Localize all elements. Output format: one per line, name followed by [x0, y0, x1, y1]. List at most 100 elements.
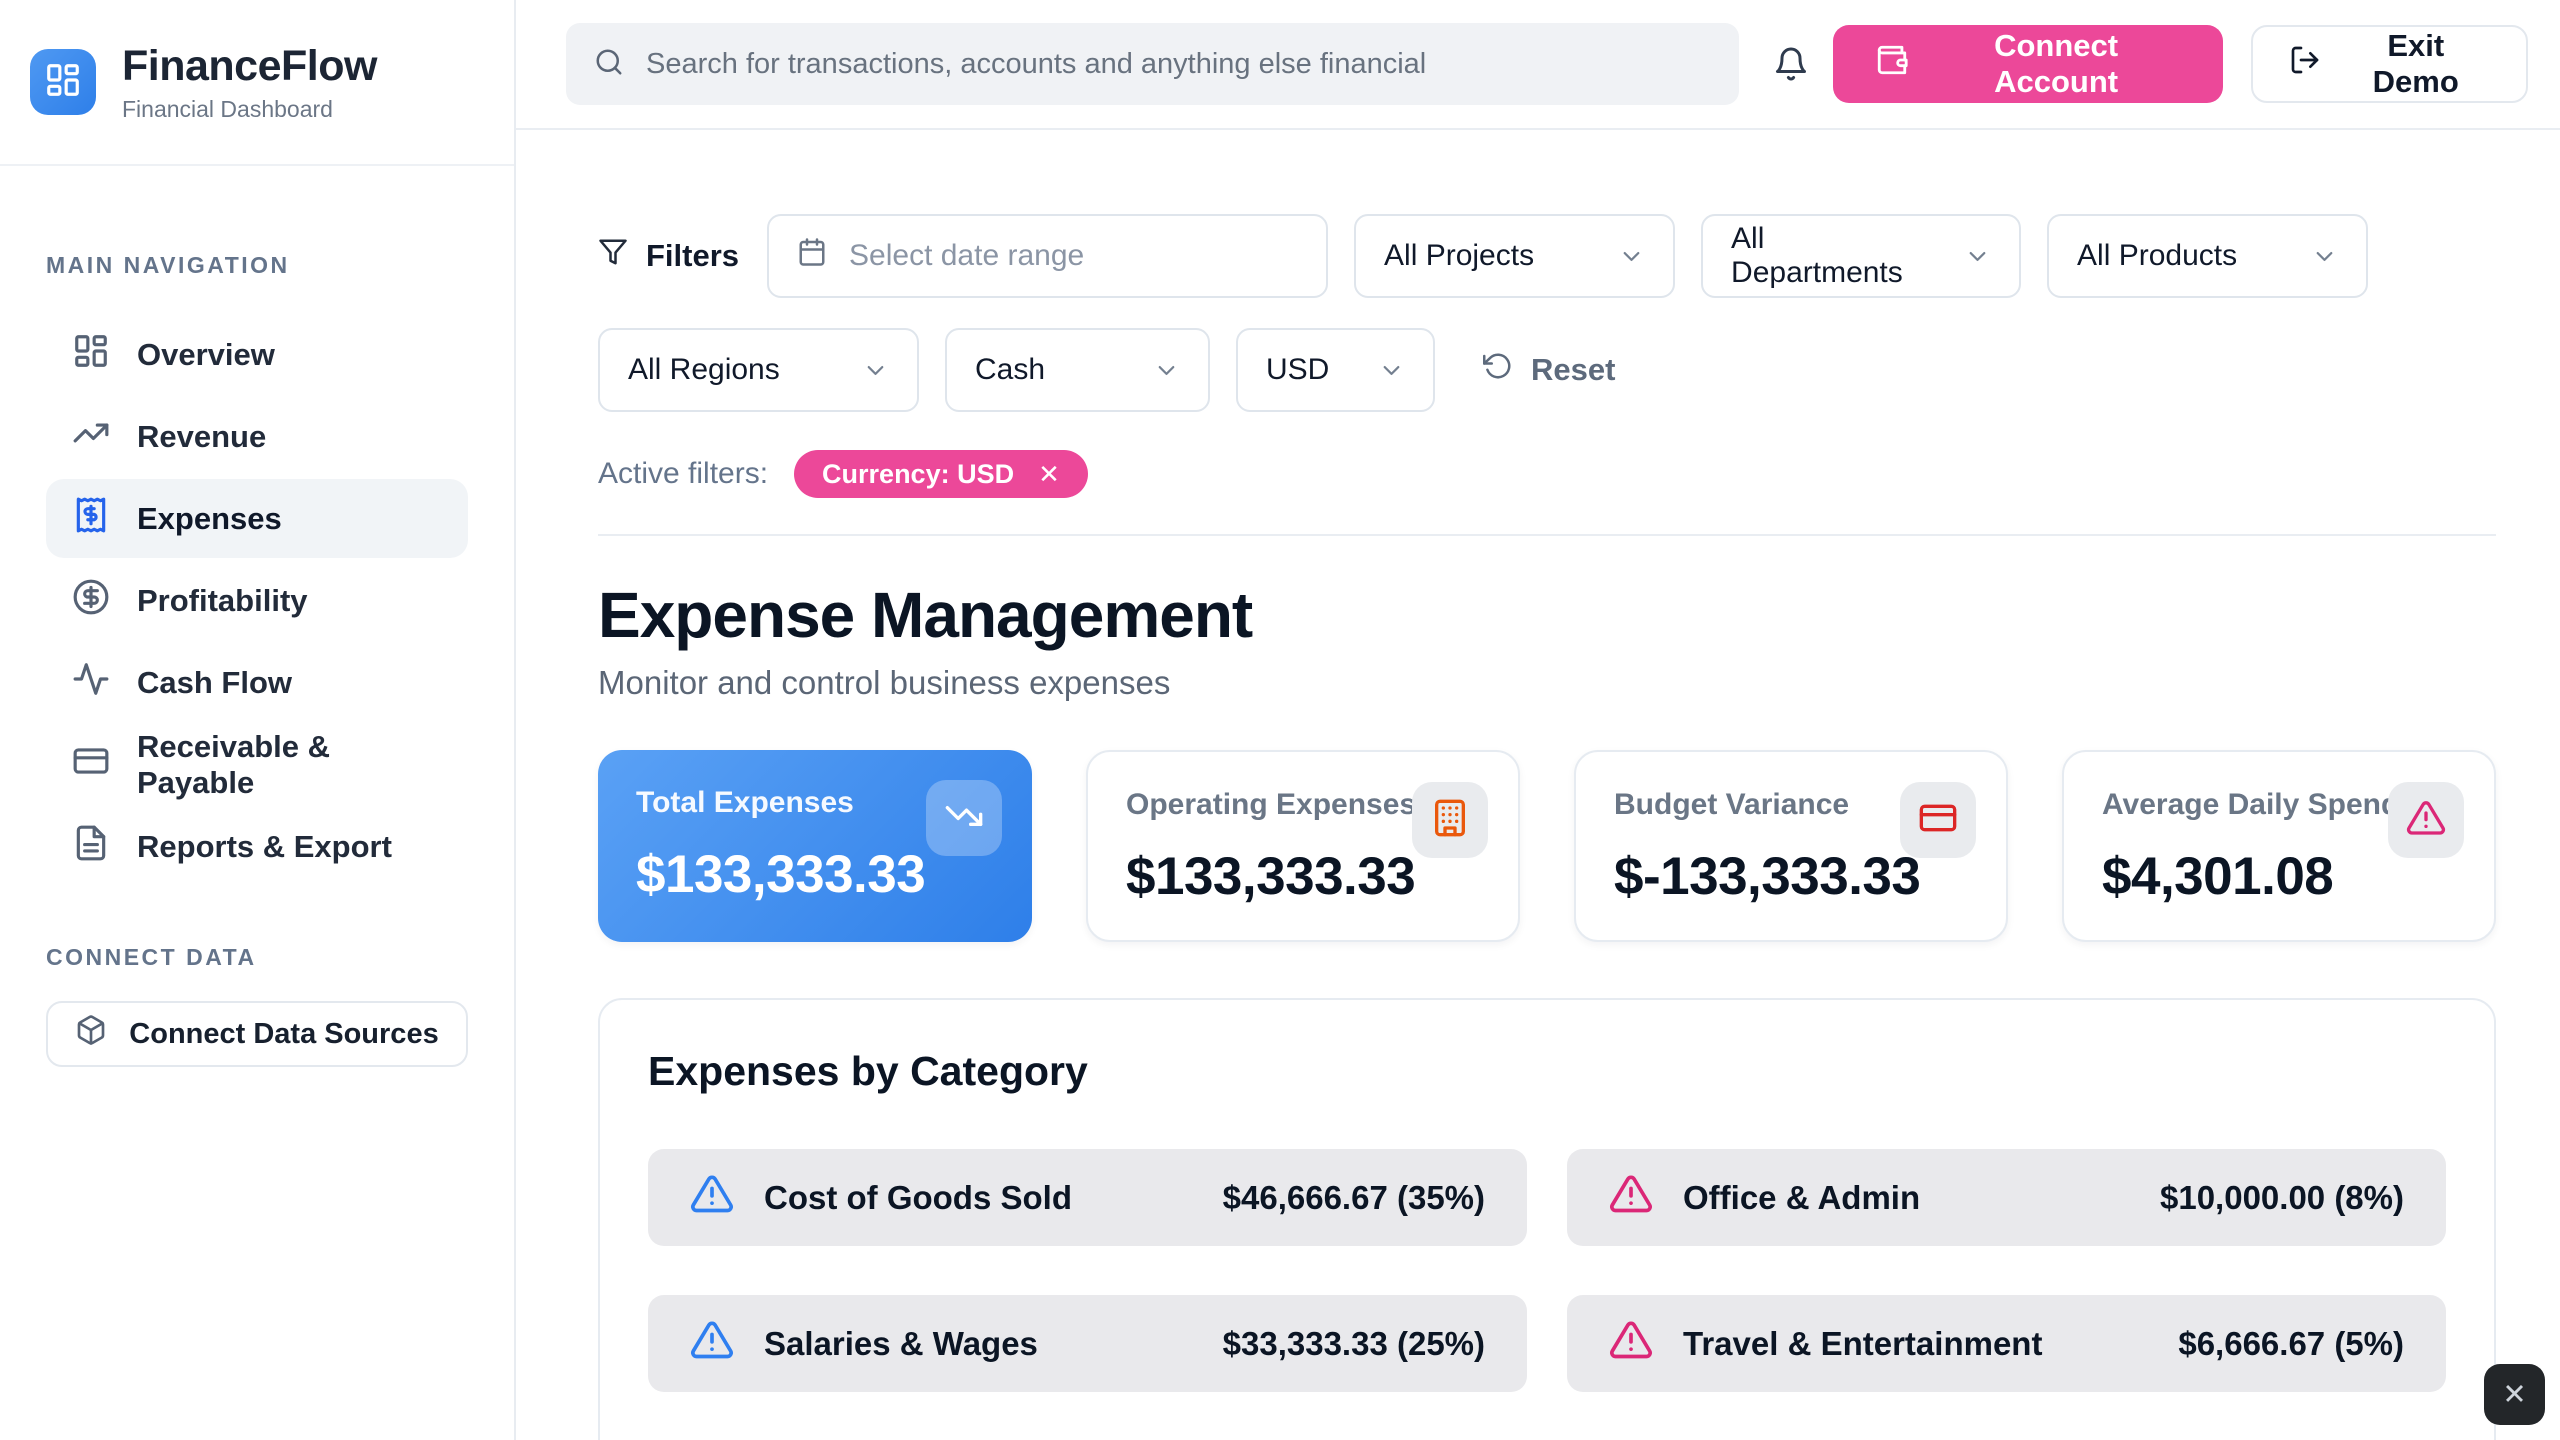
search-input[interactable]	[646, 48, 1711, 81]
sidebar-item-label: Overview	[137, 337, 275, 373]
search-icon	[594, 47, 624, 82]
connect-account-label: Connect Account	[1931, 28, 2182, 100]
category-row-office-admin[interactable]: Office & Admin $10,000.00 (8%)	[1567, 1149, 2446, 1246]
rotate-ccw-icon	[1483, 351, 1513, 389]
payment-method-dropdown[interactable]: Cash	[945, 328, 1210, 412]
calendar-icon	[797, 237, 827, 275]
main-navigation: MAIN NAVIGATION Overview Revenue Expense…	[0, 252, 514, 1067]
connect-data-sources-button[interactable]: Connect Data Sources	[46, 1001, 468, 1067]
layout-dashboard-icon	[44, 61, 82, 104]
sidebar-item-label: Receivable & Payable	[137, 729, 442, 801]
page-subtitle: Monitor and control business expenses	[598, 664, 2496, 702]
category-name: Office & Admin	[1683, 1179, 1920, 1217]
regions-dropdown-value: All Regions	[628, 353, 780, 387]
connect-account-button[interactable]: Connect Account	[1833, 25, 2224, 103]
stat-icon-tile	[1412, 782, 1488, 858]
expenses-by-category-card: Expenses by Category Cost of Goods Sold …	[598, 998, 2496, 1440]
trending-down-icon	[944, 796, 984, 841]
sidebar-item-revenue[interactable]: Revenue	[46, 397, 468, 476]
category-row-salaries-wages[interactable]: Salaries & Wages $33,333.33 (25%)	[648, 1295, 1527, 1392]
filters-title: Filters	[646, 238, 739, 274]
currency-dropdown[interactable]: USD	[1236, 328, 1435, 412]
credit-card-icon	[72, 742, 110, 788]
package-icon	[75, 1014, 107, 1054]
regions-dropdown[interactable]: All Regions	[598, 328, 919, 412]
chevron-down-icon	[1964, 243, 1991, 270]
chevron-down-icon	[1378, 357, 1405, 384]
products-dropdown[interactable]: All Products	[2047, 214, 2368, 298]
currency-dropdown-value: USD	[1266, 353, 1329, 387]
filters-row-1: Filters Select date range All Projects A…	[598, 214, 2496, 298]
reset-label: Reset	[1531, 352, 1615, 388]
section-divider	[598, 534, 2496, 536]
active-filter-chip-currency[interactable]: Currency: USD ✕	[794, 450, 1088, 498]
sidebar: FinanceFlow Financial Dashboard MAIN NAV…	[0, 0, 516, 1440]
stat-card-average-daily-spend: Average Daily Spend $4,301.08	[2062, 750, 2496, 942]
topbar: Connect Account Exit Demo	[516, 0, 2560, 130]
stat-icon-tile	[1900, 782, 1976, 858]
notifications-bell-icon[interactable]	[1773, 46, 1809, 82]
exit-demo-label: Exit Demo	[2341, 28, 2490, 100]
alert-triangle-icon	[690, 1318, 734, 1370]
reset-filters-button[interactable]: Reset	[1483, 351, 1615, 389]
exit-demo-button[interactable]: Exit Demo	[2251, 25, 2528, 103]
log-out-icon	[2289, 44, 2321, 84]
funnel-icon	[598, 237, 628, 275]
stat-icon-tile	[926, 780, 1002, 856]
sidebar-item-expenses[interactable]: Expenses	[46, 479, 468, 558]
brand-name: FinanceFlow	[122, 42, 377, 91]
sidebar-item-overview[interactable]: Overview	[46, 315, 468, 394]
trending-up-icon	[72, 414, 110, 460]
alert-triangle-icon	[1609, 1318, 1653, 1370]
layout-dashboard-icon	[72, 332, 110, 378]
category-value: $6,666.67 (5%)	[2178, 1325, 2404, 1363]
category-value: $10,000.00 (8%)	[2160, 1179, 2404, 1217]
category-value: $33,333.33 (25%)	[1223, 1325, 1485, 1363]
sidebar-item-label: Revenue	[137, 419, 266, 455]
sidebar-item-reports-export[interactable]: Reports & Export	[46, 807, 468, 886]
alert-triangle-icon	[1609, 1172, 1653, 1224]
category-grid: Cost of Goods Sold $46,666.67 (35%) Offi…	[648, 1149, 2446, 1440]
sidebar-item-label: Expenses	[137, 501, 282, 537]
receipt-icon	[72, 496, 110, 542]
chevron-down-icon	[2311, 243, 2338, 270]
sidebar-item-label: Cash Flow	[137, 665, 292, 701]
sidebar-item-label: Reports & Export	[137, 829, 392, 865]
filters-label: Filters	[598, 237, 739, 275]
main-content: Filters Select date range All Projects A…	[516, 130, 2560, 1440]
stat-card-operating-expenses: Operating Expenses $133,333.33	[1086, 750, 1520, 942]
category-row-travel-entertainment[interactable]: Travel & Entertainment $6,666.67 (5%)	[1567, 1295, 2446, 1392]
products-dropdown-value: All Products	[2077, 239, 2237, 273]
projects-dropdown[interactable]: All Projects	[1354, 214, 1675, 298]
search-bar[interactable]	[566, 23, 1739, 105]
expenses-by-category-title: Expenses by Category	[648, 1048, 2446, 1095]
brand-logo	[30, 49, 96, 115]
payment-method-dropdown-value: Cash	[975, 353, 1045, 387]
sidebar-item-cash-flow[interactable]: Cash Flow	[46, 643, 468, 722]
sidebar-item-label: Profitability	[137, 583, 308, 619]
filters-row-2: All Regions Cash USD Reset	[598, 328, 2496, 412]
chevron-down-icon	[862, 357, 889, 384]
category-row-cost-of-goods-sold[interactable]: Cost of Goods Sold $46,666.67 (35%)	[648, 1149, 1527, 1246]
departments-dropdown-value: All Departments	[1731, 222, 1934, 290]
departments-dropdown[interactable]: All Departments	[1701, 214, 2021, 298]
stat-card-total-expenses: Total Expenses $133,333.33	[598, 750, 1032, 942]
connect-data-header: CONNECT DATA	[46, 944, 468, 971]
close-overlay-button[interactable]: ✕	[2484, 1364, 2545, 1425]
circle-dollar-icon	[72, 578, 110, 624]
file-text-icon	[72, 824, 110, 870]
nav-section-header: MAIN NAVIGATION	[46, 252, 468, 279]
alert-triangle-icon	[690, 1172, 734, 1224]
close-icon[interactable]: ✕	[1038, 459, 1060, 490]
connect-data-sources-label: Connect Data Sources	[129, 1018, 438, 1051]
sidebar-item-receivable-payable[interactable]: Receivable & Payable	[46, 725, 468, 804]
building-icon	[1430, 798, 1470, 843]
sidebar-item-profitability[interactable]: Profitability	[46, 561, 468, 640]
date-range-input[interactable]: Select date range	[767, 214, 1328, 298]
stat-card-budget-variance: Budget Variance $-133,333.33	[1574, 750, 2008, 942]
chevron-down-icon	[1618, 243, 1645, 270]
close-icon: ✕	[2502, 1377, 2526, 1412]
category-value: $46,666.67 (35%)	[1223, 1179, 1485, 1217]
chevron-down-icon	[1153, 357, 1180, 384]
page-title: Expense Management	[598, 578, 2496, 652]
